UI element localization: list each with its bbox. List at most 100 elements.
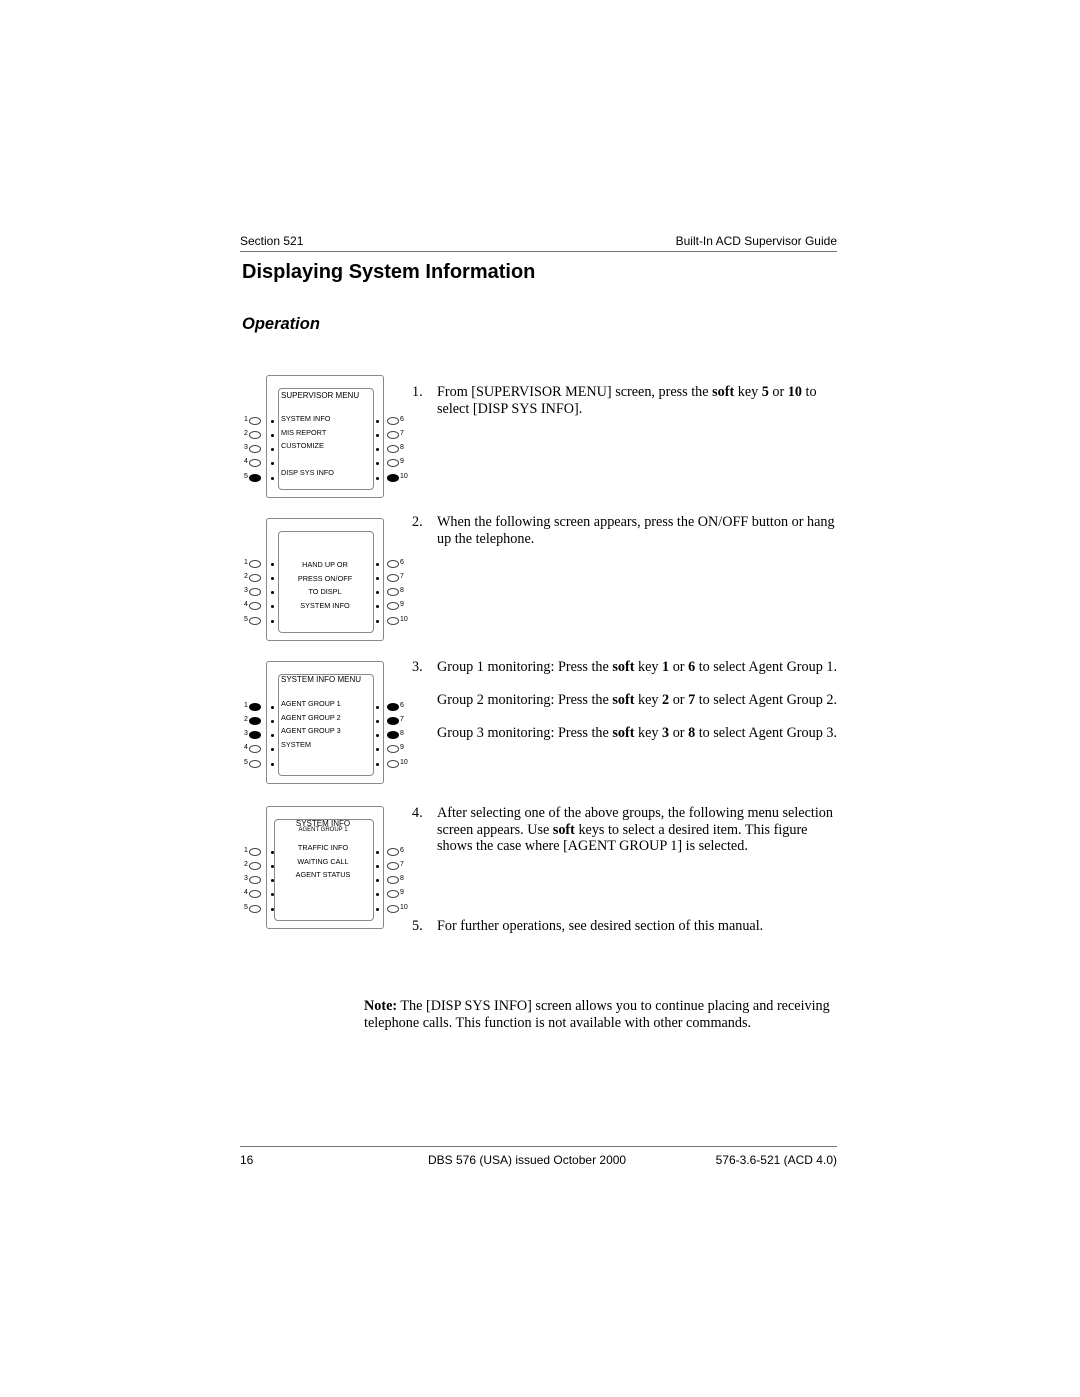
- phone-display: [278, 674, 374, 776]
- soft-key-number: 9: [400, 889, 404, 896]
- step-text: Group 1 monitoring: Press the soft key 1…: [437, 659, 837, 676]
- soft-key-number: 3: [244, 444, 248, 451]
- document-id: 576-3.6-521 (ACD 4.0): [715, 1153, 837, 1167]
- indicator-dot-icon: [376, 420, 379, 423]
- note-text: The [DISP SYS INFO] screen allows you to…: [364, 998, 830, 1031]
- soft-key-5: 5: [244, 904, 261, 913]
- soft-key-number: 1: [244, 416, 248, 423]
- display-header: SUPERVISOR MENU: [281, 391, 360, 400]
- soft-key-number: 5: [244, 473, 248, 480]
- step-text: Group 3 monitoring: Press the soft key 3…: [437, 725, 837, 742]
- soft-key-5: 5: [244, 473, 261, 482]
- soft-key-number: 10: [400, 904, 408, 911]
- key-lamp-off-icon: [387, 588, 399, 596]
- soft-key-6: 6: [387, 416, 404, 425]
- key-lamp-off-icon: [387, 890, 399, 898]
- key-lamp-off-icon: [387, 760, 399, 768]
- indicator-dot-icon: [376, 851, 379, 854]
- indicator-dot-icon: [376, 563, 379, 566]
- indicator-dot-icon: [376, 865, 379, 868]
- soft-key-7: 7: [387, 861, 404, 870]
- key-lamp-on-icon: [249, 731, 261, 739]
- soft-key-10: 10: [387, 904, 408, 913]
- key-lamp-off-icon: [387, 905, 399, 913]
- indicator-dot-icon: [376, 763, 379, 766]
- indicator-dot-icon: [271, 908, 274, 911]
- key-lamp-off-icon: [249, 602, 261, 610]
- soft-key-9: 9: [387, 889, 404, 898]
- key-lamp-on-icon: [387, 731, 399, 739]
- soft-key-1: 1: [244, 559, 261, 568]
- indicator-dot-icon: [271, 563, 274, 566]
- soft-key-8: 8: [387, 730, 404, 739]
- guide-title: Built-In ACD Supervisor Guide: [675, 234, 837, 248]
- key-lamp-off-icon: [387, 417, 399, 425]
- issue-info: DBS 576 (USA) issued October 2000: [428, 1153, 627, 1167]
- soft-key-4: 4: [244, 601, 261, 610]
- step-5: 5. For further operations, see desired s…: [412, 918, 837, 935]
- emphasis: soft: [612, 659, 635, 675]
- display-subheader: AGENT GROUP 1: [298, 827, 348, 833]
- indicator-dot-icon: [271, 865, 274, 868]
- key-lamp-on-icon: [387, 474, 399, 482]
- section-subtitle: Operation: [242, 315, 320, 333]
- soft-key-2: 2: [244, 861, 261, 870]
- display-header: SYSTEM INFO MENU: [281, 675, 362, 684]
- step-number: 2.: [412, 514, 423, 530]
- text-run: From [SUPERVISOR MENU] screen, press the: [437, 384, 713, 400]
- emphasis: 5: [761, 384, 769, 400]
- soft-key-number: 4: [244, 601, 248, 608]
- soft-key-number: 9: [400, 744, 404, 751]
- text-run: to select Agent Group 2.: [695, 692, 838, 708]
- key-lamp-on-icon: [387, 703, 399, 711]
- soft-key-number: 8: [400, 875, 404, 882]
- display-line: SYSTEM: [281, 740, 312, 749]
- text-run: to select Agent Group 3.: [695, 725, 838, 741]
- indicator-dot-icon: [376, 477, 379, 480]
- soft-key-1: 1: [244, 416, 261, 425]
- key-lamp-off-icon: [387, 876, 399, 884]
- indicator-dot-icon: [271, 763, 274, 766]
- indicator-dot-icon: [376, 734, 379, 737]
- soft-key-number: 4: [244, 458, 248, 465]
- emphasis: 10: [787, 384, 802, 400]
- step-text: From [SUPERVISOR MENU] screen, press the…: [437, 384, 837, 417]
- soft-key-10: 10: [387, 616, 408, 625]
- soft-key-number: 5: [244, 616, 248, 623]
- soft-key-number: 2: [244, 430, 248, 437]
- key-lamp-off-icon: [387, 459, 399, 467]
- soft-key-number: 3: [244, 587, 248, 594]
- key-lamp-off-icon: [249, 760, 261, 768]
- indicator-dot-icon: [376, 720, 379, 723]
- indicator-dot-icon: [271, 706, 274, 709]
- key-lamp-off-icon: [249, 862, 261, 870]
- key-lamp-off-icon: [249, 876, 261, 884]
- soft-key-number: 4: [244, 889, 248, 896]
- soft-key-number: 9: [400, 458, 404, 465]
- indicator-dot-icon: [376, 605, 379, 608]
- key-lamp-off-icon: [387, 574, 399, 582]
- indicator-dot-icon: [271, 420, 274, 423]
- display-line: AGENT GROUP 3: [281, 726, 341, 735]
- step-text: Group 2 monitoring: Press the soft key 2…: [437, 692, 837, 709]
- soft-key-number: 8: [400, 587, 404, 594]
- soft-key-number: 10: [400, 473, 408, 480]
- indicator-dot-icon: [376, 577, 379, 580]
- key-lamp-off-icon: [249, 431, 261, 439]
- step-4: 4. After selecting one of the above grou…: [412, 805, 837, 855]
- soft-key-number: 5: [244, 759, 248, 766]
- soft-key-10: 10: [387, 473, 408, 482]
- soft-key-9: 9: [387, 744, 404, 753]
- text-run: or: [768, 384, 788, 400]
- key-lamp-off-icon: [249, 848, 261, 856]
- key-lamp-off-icon: [249, 617, 261, 625]
- key-lamp-off-icon: [249, 905, 261, 913]
- soft-key-number: 1: [244, 559, 248, 566]
- step-number: 1.: [412, 384, 423, 400]
- key-lamp-off-icon: [387, 431, 399, 439]
- soft-key-2: 2: [244, 430, 261, 439]
- soft-key-number: 10: [400, 616, 408, 623]
- soft-key-number: 6: [400, 559, 404, 566]
- soft-key-1: 1: [244, 702, 261, 711]
- soft-key-7: 7: [387, 573, 404, 582]
